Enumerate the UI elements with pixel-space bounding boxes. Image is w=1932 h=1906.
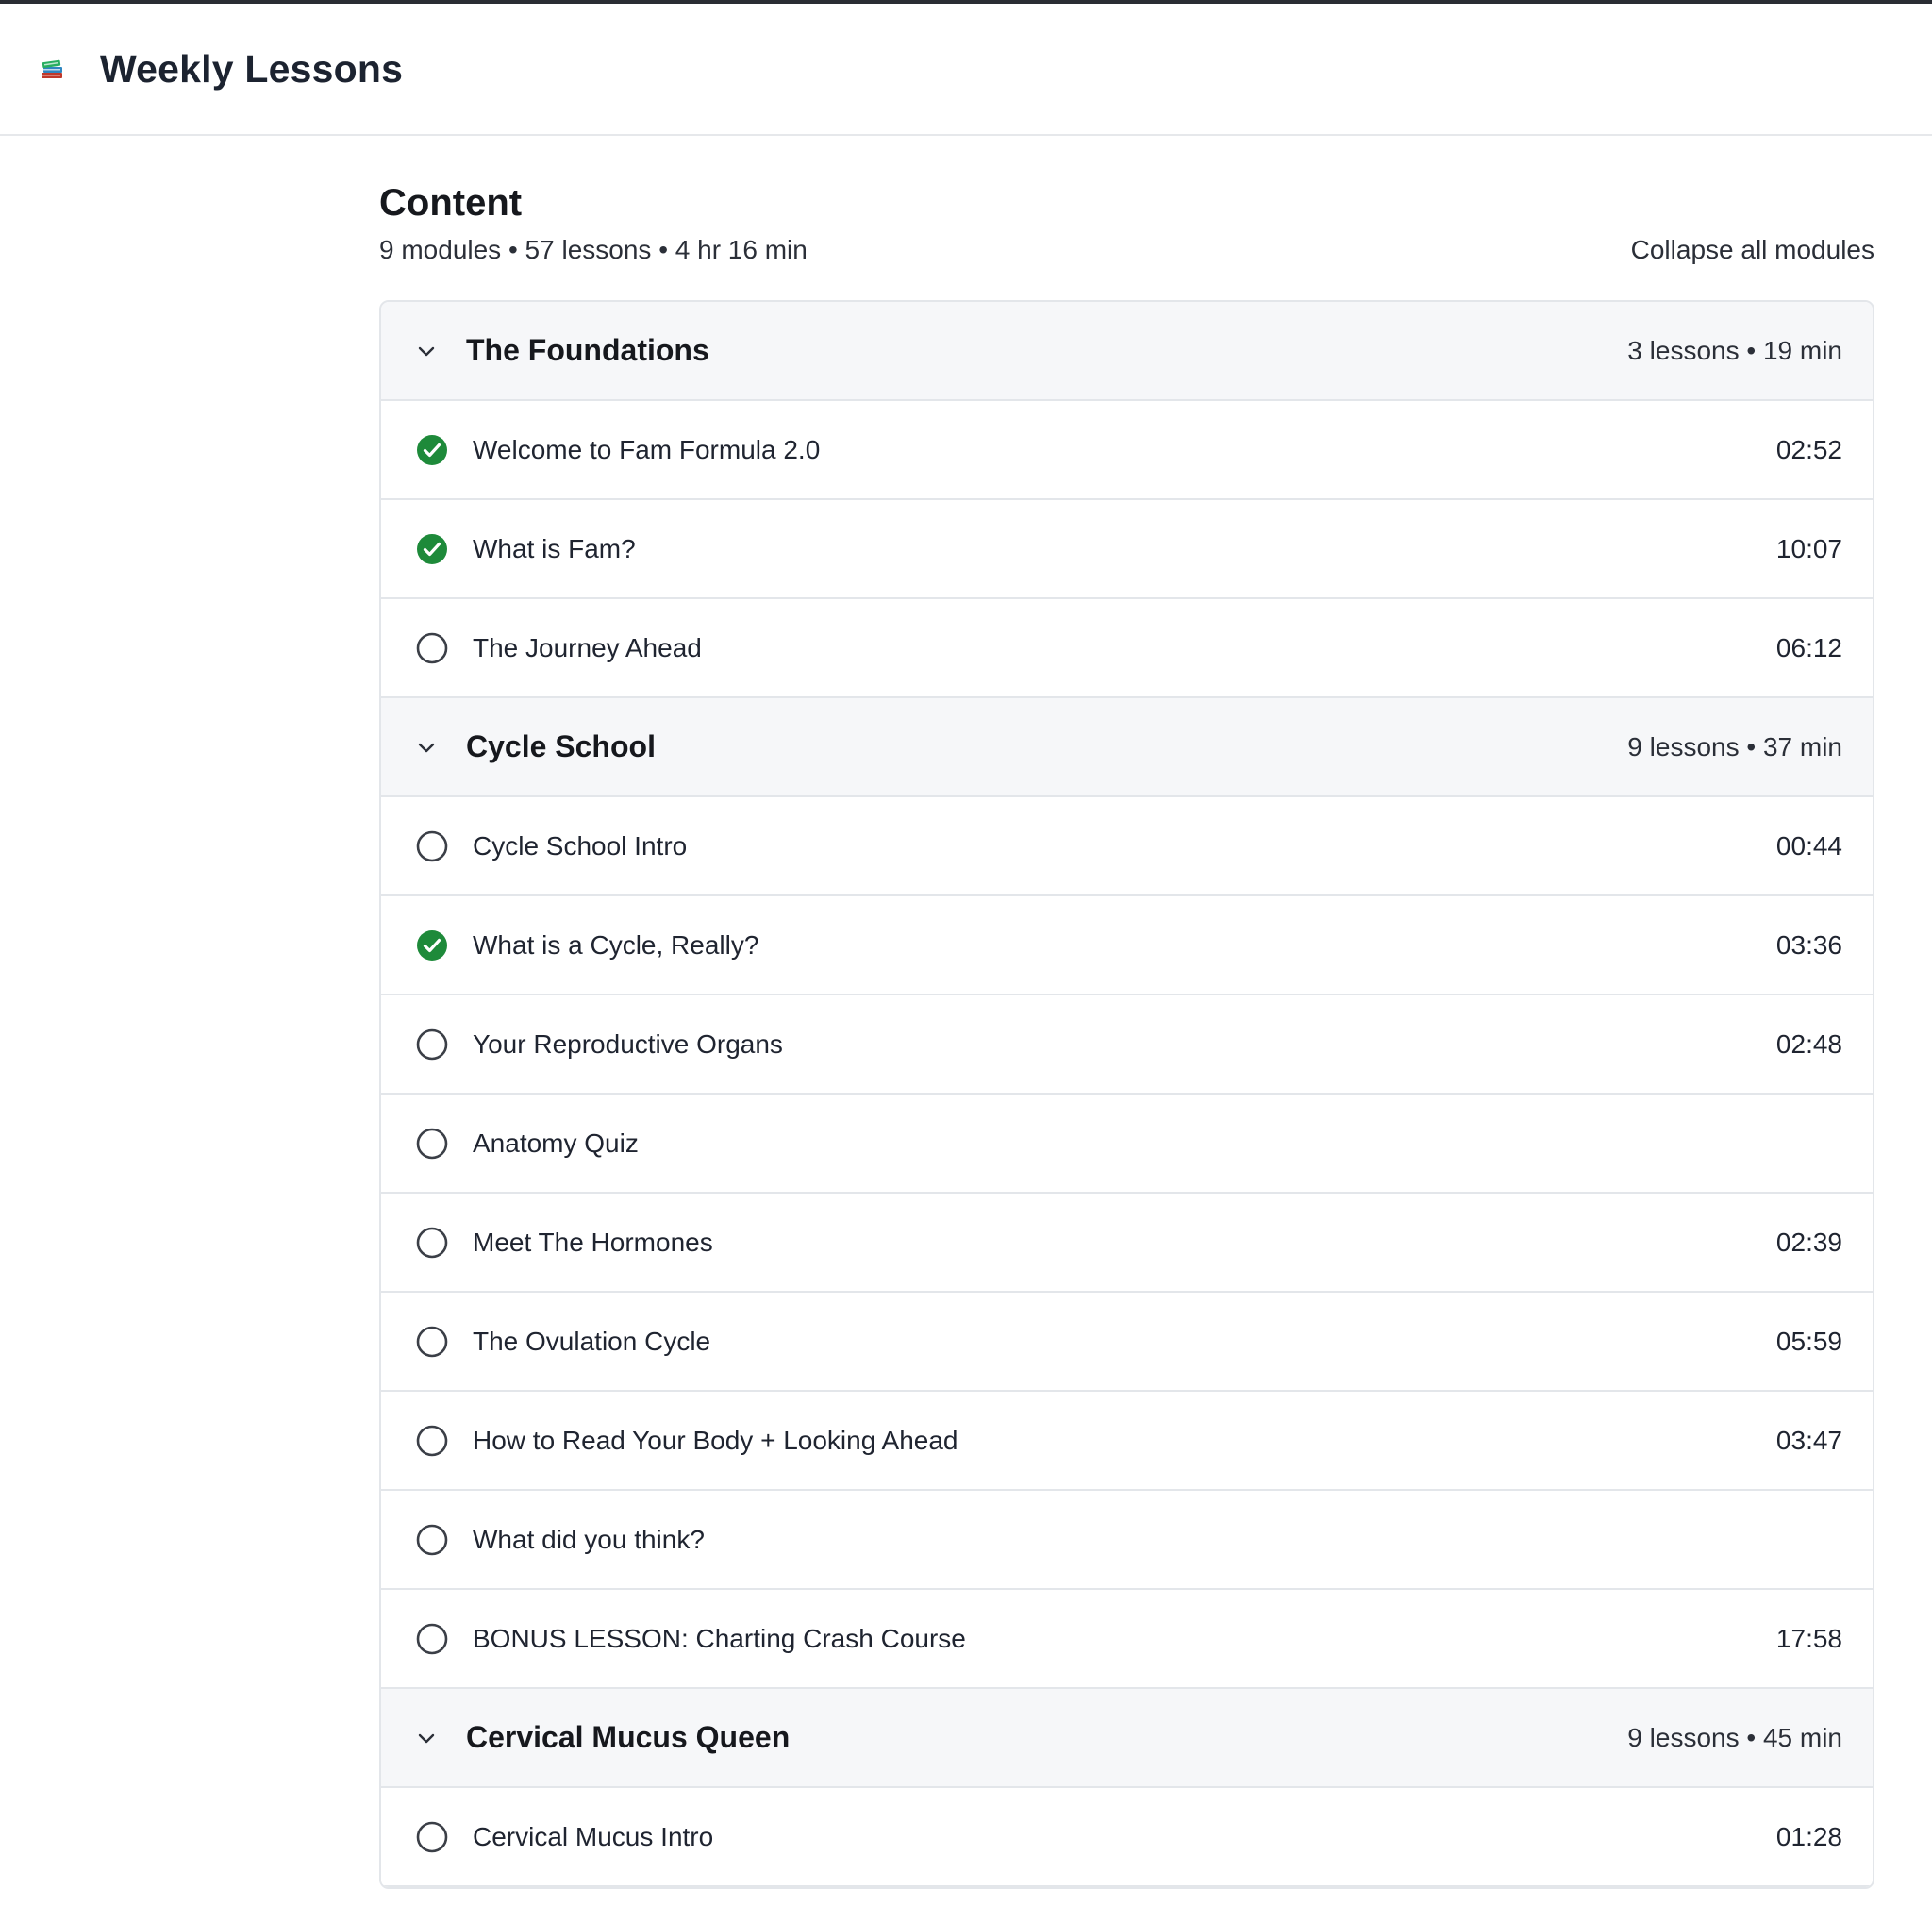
lesson-duration: 05:59 [1775, 1326, 1842, 1356]
lesson-duration: 02:52 [1775, 434, 1842, 464]
lesson-duration: 02:39 [1775, 1227, 1842, 1257]
module-meta: 9 lessons • 37 min [1627, 731, 1842, 761]
module-header-left: The Foundations [415, 333, 709, 368]
lesson-left: What did you think? [415, 1523, 705, 1557]
lesson-title: Cervical Mucus Intro [473, 1821, 714, 1851]
lesson-title: What did you think? [473, 1524, 705, 1554]
lesson-title: How to Read Your Body + Looking Ahead [473, 1425, 958, 1455]
incomplete-circle-icon[interactable] [415, 1424, 449, 1458]
lesson-duration: 10:07 [1775, 533, 1842, 563]
lesson-row[interactable]: The Journey Ahead 06:12 [381, 599, 1873, 698]
lesson-left: BONUS LESSON: Charting Crash Course [415, 1622, 966, 1656]
lesson-row[interactable]: What did you think? [381, 1491, 1873, 1590]
incomplete-circle-icon[interactable] [415, 631, 449, 665]
lesson-duration: 03:47 [1775, 1425, 1842, 1455]
chevron-down-icon[interactable] [415, 736, 438, 759]
lesson-title: What is Fam? [473, 533, 636, 563]
lesson-duration: 01:28 [1775, 1821, 1842, 1851]
lesson-title: The Journey Ahead [473, 632, 702, 662]
lesson-duration: 02:48 [1775, 1028, 1842, 1059]
module-header[interactable]: Cervical Mucus Queen 9 lessons • 45 min [381, 1689, 1873, 1788]
lesson-title: Anatomy Quiz [473, 1128, 639, 1158]
lesson-row[interactable]: What is Fam? 10:07 [381, 500, 1873, 599]
lesson-title: Your Reproductive Organs [473, 1028, 783, 1059]
completed-check-icon[interactable] [415, 928, 449, 962]
chevron-down-icon[interactable] [415, 1727, 438, 1749]
lesson-left: The Ovulation Cycle [415, 1325, 710, 1359]
lesson-left: Cervical Mucus Intro [415, 1820, 713, 1854]
lesson-left: Your Reproductive Organs [415, 1028, 783, 1062]
incomplete-circle-icon[interactable] [415, 1820, 449, 1854]
lesson-row[interactable]: Cycle School Intro 00:44 [381, 797, 1873, 896]
lesson-row[interactable]: Welcome to Fam Formula 2.0 02:52 [381, 401, 1873, 500]
lesson-row[interactable]: BONUS LESSON: Charting Crash Course 17:58 [381, 1590, 1873, 1689]
lesson-title: BONUS LESSON: Charting Crash Course [473, 1623, 966, 1653]
modules-list: The Foundations 3 lessons • 19 min Welcome… [379, 300, 1874, 1889]
chevron-down-icon[interactable] [415, 340, 438, 362]
module-header-left: Cycle School [415, 729, 656, 764]
completed-check-icon[interactable] [415, 433, 449, 467]
incomplete-circle-icon[interactable] [415, 1523, 449, 1557]
lesson-duration: 03:36 [1775, 929, 1842, 960]
lesson-left: Welcome to Fam Formula 2.0 [415, 433, 820, 467]
incomplete-circle-icon[interactable] [415, 1028, 449, 1062]
lesson-row[interactable]: The Ovulation Cycle 05:59 [381, 1293, 1873, 1392]
lesson-row[interactable]: Anatomy Quiz [381, 1095, 1873, 1194]
lesson-left: How to Read Your Body + Looking Ahead [415, 1424, 958, 1458]
lesson-row[interactable]: Cervical Mucus Intro 01:28 [381, 1788, 1873, 1887]
collapse-all-modules-link[interactable]: Collapse all modules [1631, 235, 1874, 265]
incomplete-circle-icon[interactable] [415, 1127, 449, 1161]
incomplete-circle-icon[interactable] [415, 1325, 449, 1359]
lesson-title: What is a Cycle, Really? [473, 929, 759, 960]
app-title: Weekly Lessons [100, 46, 404, 91]
module-title: The Foundations [466, 333, 709, 367]
lesson-left: Anatomy Quiz [415, 1127, 639, 1161]
module-meta: 9 lessons • 45 min [1627, 1722, 1842, 1752]
lesson-duration: 06:12 [1775, 632, 1842, 662]
books-icon [38, 55, 66, 83]
lesson-row[interactable]: What is a Cycle, Really? 03:36 [381, 896, 1873, 995]
module-title: Cervical Mucus Queen [466, 1720, 791, 1754]
lesson-left: What is Fam? [415, 532, 636, 566]
lesson-left: What is a Cycle, Really? [415, 928, 758, 962]
incomplete-circle-icon[interactable] [415, 1226, 449, 1260]
lesson-title: Welcome to Fam Formula 2.0 [473, 434, 821, 464]
incomplete-circle-icon[interactable] [415, 1622, 449, 1656]
app-header: Weekly Lessons [0, 4, 1932, 136]
module-title: Cycle School [466, 729, 656, 763]
lesson-left: The Journey Ahead [415, 631, 702, 665]
incomplete-circle-icon[interactable] [415, 829, 449, 863]
completed-check-icon[interactable] [415, 532, 449, 566]
content-title: Content [379, 182, 523, 224]
course-summary: 9 modules • 57 lessons • 4 hr 16 min [379, 235, 808, 264]
module-header[interactable]: Cycle School 9 lessons • 37 min [381, 698, 1873, 797]
lesson-left: Meet The Hormones [415, 1226, 713, 1260]
lesson-title: Meet The Hormones [473, 1227, 713, 1257]
lesson-row[interactable]: Meet The Hormones 02:39 [381, 1194, 1873, 1293]
lesson-duration: 00:44 [1775, 830, 1842, 861]
lesson-title: Cycle School Intro [473, 830, 688, 861]
lesson-row[interactable]: Your Reproductive Organs 02:48 [381, 995, 1873, 1095]
content-section: Content 9 modules • 57 lessons • 4 hr 16… [379, 179, 1874, 1889]
module-meta: 3 lessons • 19 min [1627, 335, 1842, 365]
content-summary-row: 9 modules • 57 lessons • 4 hr 16 min Col… [379, 230, 1874, 270]
lesson-left: Cycle School Intro [415, 829, 687, 863]
module-header[interactable]: The Foundations 3 lessons • 19 min [381, 302, 1873, 401]
lesson-duration: 17:58 [1775, 1623, 1842, 1653]
lesson-title: The Ovulation Cycle [473, 1326, 711, 1356]
lesson-row[interactable]: How to Read Your Body + Looking Ahead 03:… [381, 1392, 1873, 1491]
module-header-left: Cervical Mucus Queen [415, 1720, 790, 1755]
